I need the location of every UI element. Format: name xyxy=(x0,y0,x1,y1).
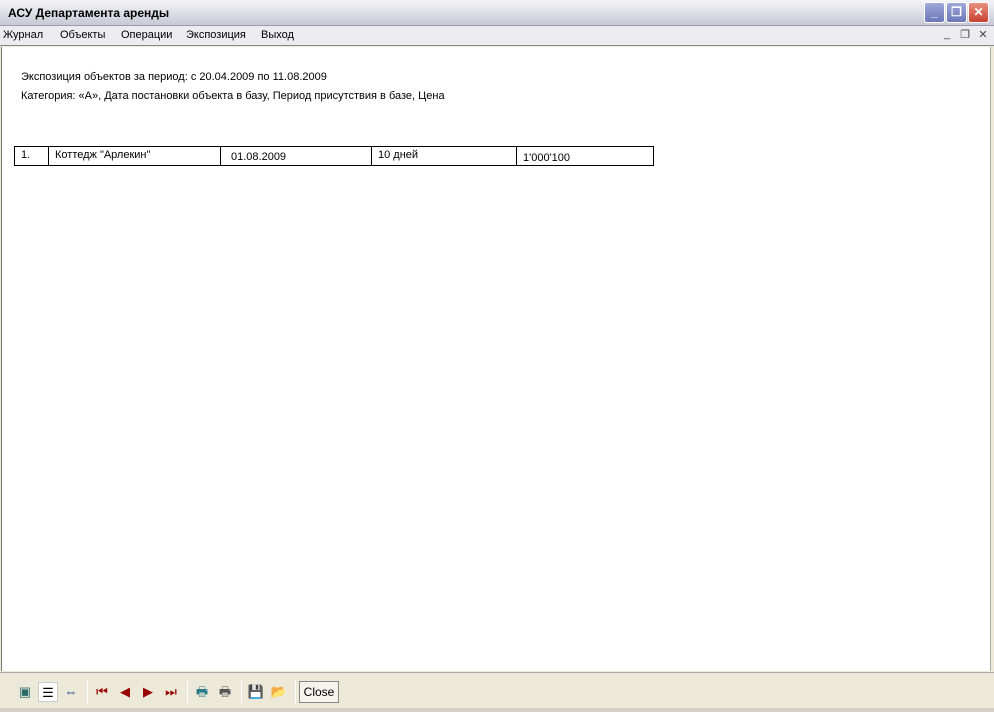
window-title: АСУ Департамента аренды xyxy=(8,6,170,20)
menu-objects[interactable]: Объекты xyxy=(60,29,105,41)
cell-date: 01.08.2009 xyxy=(220,146,372,166)
prev-page-icon[interactable]: ◀ xyxy=(115,682,135,702)
taskbar-strip xyxy=(0,708,994,712)
cell-name: Коттедж "Арлекин" xyxy=(48,146,221,166)
close-button[interactable]: Close xyxy=(299,681,339,703)
save-icon[interactable]: 💾 xyxy=(246,682,266,702)
report-table: 1. Коттедж "Арлекин" 01.08.2009 10 дней … xyxy=(14,146,654,166)
next-page-icon[interactable]: ▶ xyxy=(138,682,158,702)
menu-journal[interactable]: Журнал xyxy=(3,29,43,41)
one-page-icon[interactable]: ▣ xyxy=(15,682,35,702)
mdi-minimize-icon[interactable]: _ xyxy=(940,28,954,43)
print-icon[interactable]: 🖶 xyxy=(215,682,235,702)
menu-exposition[interactable]: Экспозиция xyxy=(186,29,246,41)
page-width-icon[interactable]: ☰ xyxy=(38,682,58,702)
menu-bar: Журнал Объекты Операции Экспозиция Выход… xyxy=(0,26,994,46)
table-row: 1. Коттедж "Арлекин" 01.08.2009 10 дней … xyxy=(14,146,654,166)
last-page-icon[interactable]: ⏭ xyxy=(161,682,181,702)
report-period: Экспозиция объектов за период: с 20.04.2… xyxy=(21,71,327,83)
close-window-button[interactable]: ✕ xyxy=(968,2,989,23)
cell-price: 1'000'100 xyxy=(516,146,654,166)
open-icon[interactable]: 📂 xyxy=(269,682,289,702)
cell-period: 10 дней xyxy=(371,146,517,166)
cell-num: 1. xyxy=(14,146,49,166)
mdi-restore-icon[interactable]: ❐ xyxy=(958,28,972,43)
report-preview: Экспозиция объектов за период: с 20.04.2… xyxy=(1,47,991,671)
preview-toolbar: ▣ ☰ ⇔ ⏮ ◀ ▶ ⏭ 🖶 🖶 💾 📂 Close xyxy=(0,672,994,708)
menu-operations[interactable]: Операции xyxy=(121,29,172,41)
menu-exit[interactable]: Выход xyxy=(261,29,294,41)
report-category: Категория: «А», Дата постановки объекта … xyxy=(21,90,445,102)
print-setup-icon[interactable]: 🖶 xyxy=(192,682,212,702)
title-bar: АСУ Департамента аренды _ ❐ ✕ xyxy=(0,0,994,26)
fit-width-icon[interactable]: ⇔ xyxy=(61,682,81,702)
mdi-close-icon[interactable]: ✕ xyxy=(976,28,990,43)
first-page-icon[interactable]: ⏮ xyxy=(92,682,112,702)
maximize-button[interactable]: ❐ xyxy=(946,2,967,23)
minimize-button[interactable]: _ xyxy=(924,2,945,23)
